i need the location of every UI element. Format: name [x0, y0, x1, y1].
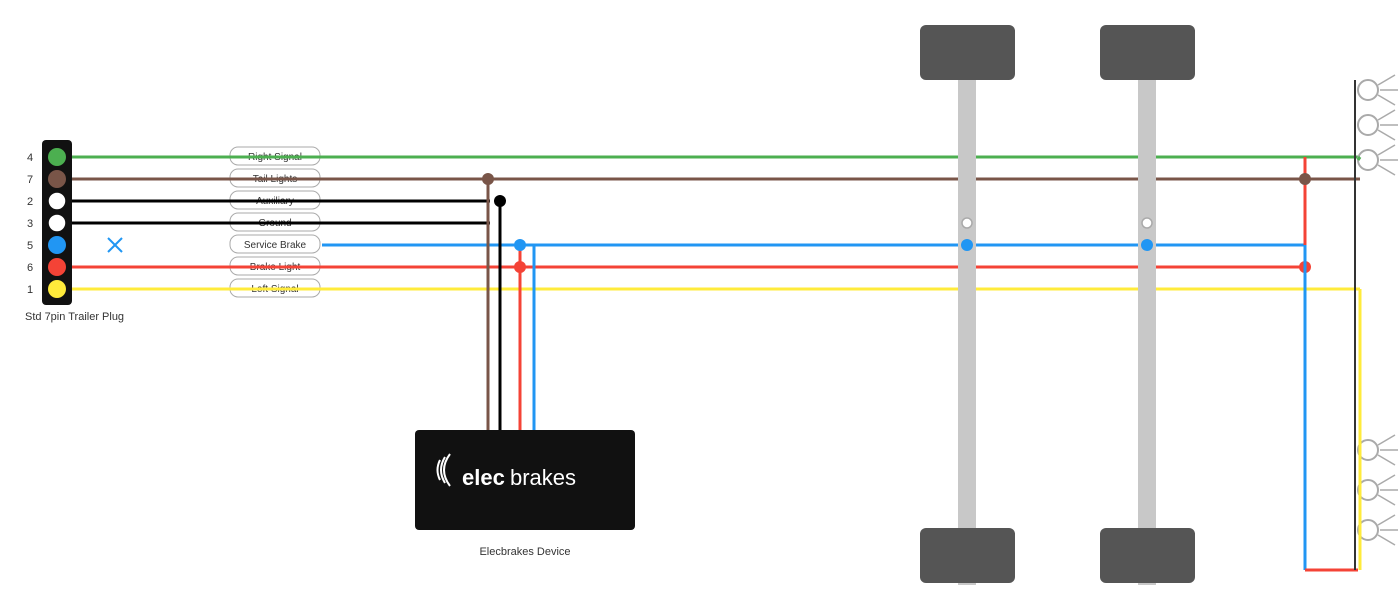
brake-light-ray-3c: [1378, 165, 1395, 175]
brake-light-ray-b2a: [1378, 475, 1395, 485]
wheel-hub-top-right: [1100, 25, 1195, 80]
pin-4-circle: [48, 148, 66, 166]
pin-4-num: 4: [27, 152, 33, 164]
junction-white-right: [1142, 218, 1152, 228]
brake-light-ray-b3c: [1378, 535, 1395, 545]
pin-7-num: 7: [27, 174, 33, 186]
wiring-diagram: 4 7 2 3 5 6 1 Std 7pin Trailer Plug Righ…: [0, 0, 1400, 609]
pin-5-num: 5: [27, 240, 33, 252]
brake-light-ray-1a: [1378, 75, 1395, 85]
junction-red-device: [514, 261, 526, 273]
brake-light-ray-1c: [1378, 95, 1395, 105]
brake-light-ray-2a: [1378, 110, 1395, 120]
pin-3-num: 3: [27, 218, 33, 230]
wheel-hub-top-left: [920, 25, 1015, 80]
brake-light-ray-b2c: [1378, 495, 1395, 505]
junction-brown: [482, 173, 494, 185]
junction-black: [494, 195, 506, 207]
pin-2-circle: [48, 192, 66, 210]
wheel-hub-bottom-right: [1100, 528, 1195, 583]
brake-light-top-1: [1358, 80, 1378, 100]
wheel-hub-bottom-left: [920, 528, 1015, 583]
green-to-lamp: [1358, 157, 1360, 160]
service-brake-label: Service Brake: [244, 240, 307, 251]
pin-2-num: 2: [27, 196, 33, 208]
logo-brakes: brakes: [510, 465, 576, 490]
pin-6-num: 6: [27, 262, 33, 274]
junction-blue-left-axle: [961, 239, 973, 251]
brake-light-ray-b1c: [1378, 455, 1395, 465]
brake-light-ray-2c: [1378, 130, 1395, 140]
brake-light-top-2: [1358, 115, 1378, 135]
axle-right-rail: [1138, 25, 1156, 585]
junction-blue-right-axle: [1141, 239, 1153, 251]
pin-7-circle: [48, 170, 66, 188]
plug-label: Std 7pin Trailer Plug: [25, 311, 124, 323]
junction-blue-device: [514, 239, 526, 251]
junction-white-left: [962, 218, 972, 228]
brake-light-top-3: [1358, 150, 1378, 170]
device-label: Elecbrakes Device: [479, 546, 570, 558]
logo-elec: elec: [462, 465, 505, 490]
brake-light-ray-b3a: [1378, 515, 1395, 525]
brake-light-ray-b1a: [1378, 435, 1395, 445]
pin-1-num: 1: [27, 284, 33, 296]
pin-1-circle: [48, 280, 66, 298]
axle-left-rail: [958, 25, 976, 585]
pin-5-circle: [48, 236, 66, 254]
pin-6-circle: [48, 258, 66, 276]
brake-light-ray-3a: [1378, 145, 1395, 155]
pin-3-circle: [48, 214, 66, 232]
